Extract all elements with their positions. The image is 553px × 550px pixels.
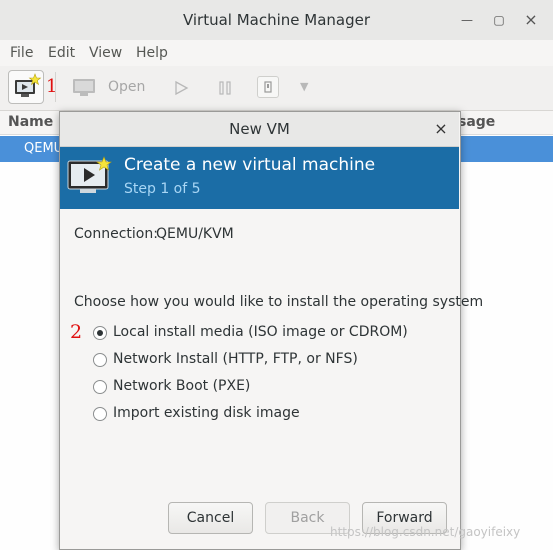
maximize-icon[interactable]: ▢ — [489, 10, 509, 30]
power-icon — [264, 81, 272, 93]
radio-network-boot[interactable] — [93, 380, 107, 394]
pause-icon[interactable] — [217, 80, 233, 96]
menu-edit[interactable]: Edit — [48, 40, 75, 66]
watermark: https://blog.csdn.net/gaoyifeixy — [330, 525, 521, 539]
option-local-install-label[interactable]: Local install media (ISO image or CDROM) — [113, 324, 408, 340]
option-import-disk-label[interactable]: Import existing disk image — [113, 405, 300, 421]
banner-title: Create a new virtual machine — [124, 155, 376, 175]
close-window-icon[interactable]: × — [521, 10, 541, 30]
menubar — [0, 40, 553, 66]
dialog-close-icon[interactable]: × — [432, 119, 450, 139]
new-vm-button[interactable] — [8, 70, 44, 104]
connection-value: QEMU/KVM — [156, 226, 234, 242]
vm-row-name: QEMU — [24, 141, 64, 156]
column-name[interactable]: Name — [8, 111, 53, 134]
install-method-prompt: Choose how you would like to install the… — [74, 294, 484, 310]
radio-import-disk[interactable] — [93, 407, 107, 421]
new-vm-icon — [67, 156, 112, 193]
toolbar-separator — [55, 72, 56, 102]
open-button-label[interactable]: Open — [108, 76, 145, 98]
monitor-star-icon — [15, 73, 42, 97]
menu-file[interactable]: File — [10, 40, 33, 66]
connection-label: Connection: — [74, 226, 158, 242]
banner-step: Step 1 of 5 — [124, 181, 201, 197]
run-icon[interactable] — [173, 80, 189, 96]
option-network-boot-label[interactable]: Network Boot (PXE) — [113, 378, 250, 394]
menu-help[interactable]: Help — [136, 40, 168, 66]
menu-view[interactable]: View — [89, 40, 122, 66]
cancel-button[interactable]: Cancel — [168, 502, 253, 534]
annotation-mark-2: 2 — [70, 321, 83, 343]
radio-local-install[interactable] — [93, 326, 107, 340]
option-network-install-label[interactable]: Network Install (HTTP, FTP, or NFS) — [113, 351, 358, 367]
console-monitor-icon[interactable] — [72, 78, 96, 98]
chevron-down-icon[interactable]: ▼ — [300, 80, 308, 93]
dialog-title: New VM — [229, 120, 290, 138]
radio-network-install[interactable] — [93, 353, 107, 367]
shutdown-button[interactable] — [257, 76, 279, 98]
column-usage[interactable]: sage — [458, 111, 495, 134]
minimize-icon[interactable]: — — [457, 10, 477, 30]
